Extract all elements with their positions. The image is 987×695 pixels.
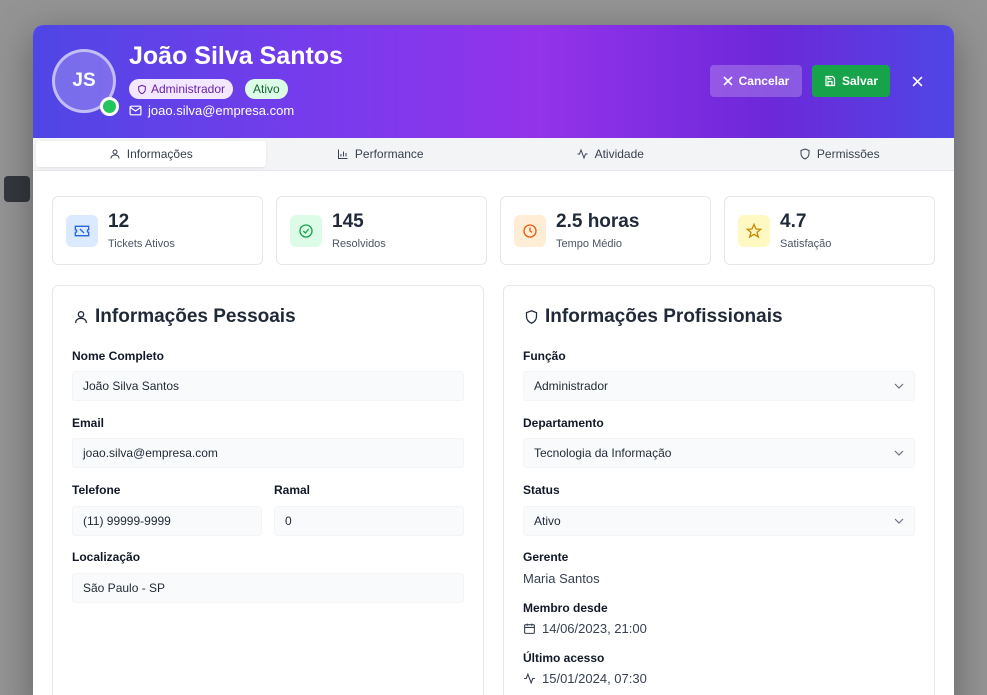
professional-info-title-text: Informações Profissionais <box>545 306 783 327</box>
tab-label: Informações <box>126 147 193 161</box>
stat-value: 145 <box>332 211 364 232</box>
cancel-button[interactable]: Cancelar <box>710 65 802 97</box>
professional-info-panel: Informações Profissionais Função Adminis… <box>503 285 935 695</box>
member-since-date: 14/06/2023, 21:00 <box>542 621 647 636</box>
location-label: Localização <box>72 550 141 564</box>
phone-label: Telefone <box>72 483 121 497</box>
member-since-label: Membro desde <box>523 601 608 615</box>
status-select[interactable]: Ativo <box>523 506 915 536</box>
stat-value: 12 <box>108 211 130 232</box>
personal-info-title: Informações Pessoais <box>73 306 296 328</box>
tab-informacoes[interactable]: Informações <box>36 141 266 167</box>
shield-icon <box>138 84 146 94</box>
stat-label: Tickets Ativos <box>108 238 175 250</box>
shield-icon <box>525 310 538 324</box>
role-select[interactable]: Administrador <box>523 371 915 401</box>
role-badge-label: Administrador <box>151 82 226 96</box>
manager-name: Maria Santos <box>523 571 600 586</box>
close-icon <box>723 76 733 86</box>
activity-icon <box>524 672 535 685</box>
user-icon <box>75 311 87 324</box>
department-select[interactable]: Tecnologia da Informação <box>523 438 915 468</box>
status-badge-label: Ativo <box>253 82 280 96</box>
stat-label: Resolvidos <box>332 238 386 250</box>
manager-value: Maria Santos <box>523 571 600 586</box>
tab-label: Permissões <box>816 147 880 161</box>
user-detail-modal: JS João Silva Santos Administrador Ativo… <box>33 25 954 695</box>
save-button-label: Salvar <box>841 74 879 88</box>
stat-card-tickets: 12 Tickets Ativos <box>52 196 263 265</box>
full-name-label: Nome Completo <box>72 349 165 363</box>
mail-icon <box>129 105 142 116</box>
stat-card-avg-time: 2.5 horas Tempo Médio <box>500 196 711 265</box>
calendar-icon <box>524 623 535 634</box>
avatar-initials: JS <box>72 70 96 91</box>
stat-icon-box <box>66 215 98 247</box>
status-badge: Ativo <box>245 79 288 99</box>
star-icon <box>746 223 762 239</box>
member-since-value: 14/06/2023, 21:00 <box>523 621 647 636</box>
stat-icon-box <box>290 215 322 247</box>
status-label: Status <box>523 483 560 497</box>
shield-icon <box>800 148 810 160</box>
extension-label: Ramal <box>274 483 311 497</box>
cancel-button-label: Cancelar <box>738 74 790 88</box>
department-label: Departamento <box>523 416 604 430</box>
user-name: João Silva Santos <box>129 42 343 70</box>
clock-icon <box>523 224 537 238</box>
stat-label: Tempo Médio <box>556 238 623 250</box>
phone-field[interactable]: (11) 99999-9999 <box>72 506 262 536</box>
user-email: joao.silva@empresa.com <box>129 103 294 118</box>
stat-icon-box <box>738 215 770 247</box>
role-badge: Administrador <box>129 79 234 99</box>
chevron-down-icon <box>894 518 904 524</box>
full-name-field[interactable]: João Silva Santos <box>72 371 464 401</box>
ticket-icon <box>74 225 90 237</box>
manager-label: Gerente <box>523 550 569 564</box>
email-field[interactable]: joao.silva@empresa.com <box>72 438 464 468</box>
stat-card-satisfaction: 4.7 Satisfação <box>724 196 935 265</box>
tab-label: Performance <box>354 147 424 161</box>
stat-value: 2.5 horas <box>556 211 640 232</box>
status-select-value: Ativo <box>534 514 561 528</box>
tab-bar: Informações Performance Atividade Permis… <box>33 138 954 171</box>
save-icon <box>825 75 836 87</box>
extension-field[interactable]: 0 <box>274 506 464 536</box>
department-select-value: Tecnologia da Informação <box>534 446 672 460</box>
user-badges: Administrador Ativo <box>129 79 288 99</box>
last-access-date: 15/01/2024, 07:30 <box>542 671 647 686</box>
check-circle-icon <box>299 224 313 238</box>
chevron-down-icon <box>894 450 904 456</box>
stat-card-resolved: 145 Resolvidos <box>276 196 487 265</box>
last-access-value: 15/01/2024, 07:30 <box>523 671 647 686</box>
modal-header: JS João Silva Santos Administrador Ativo… <box>33 25 954 138</box>
role-select-value: Administrador <box>534 379 609 393</box>
bar-chart-icon <box>337 149 348 159</box>
tab-permissoes[interactable]: Permissões <box>725 138 955 170</box>
location-field[interactable]: São Paulo - SP <box>72 573 464 603</box>
user-icon <box>110 149 120 159</box>
save-button[interactable]: Salvar <box>812 65 890 97</box>
professional-info-title: Informações Profissionais <box>524 306 783 328</box>
role-label: Função <box>523 349 566 363</box>
close-modal-button[interactable] <box>907 71 927 91</box>
tab-performance[interactable]: Performance <box>266 138 496 170</box>
tab-label: Atividade <box>594 147 644 161</box>
close-icon <box>912 76 922 86</box>
online-status-dot <box>100 97 119 116</box>
stat-icon-box <box>514 215 546 247</box>
chevron-down-icon <box>894 383 904 389</box>
last-access-label: Último acesso <box>523 651 605 665</box>
personal-info-panel: Informações Pessoais Nome Completo João … <box>52 285 484 695</box>
email-label: Email <box>72 416 105 430</box>
stat-label: Satisfação <box>780 238 832 250</box>
tab-atividade[interactable]: Atividade <box>495 138 725 170</box>
personal-info-title-text: Informações Pessoais <box>95 306 296 327</box>
user-email-text: joao.silva@empresa.com <box>148 103 295 118</box>
stat-value: 4.7 <box>780 211 807 232</box>
activity-icon <box>577 148 588 160</box>
